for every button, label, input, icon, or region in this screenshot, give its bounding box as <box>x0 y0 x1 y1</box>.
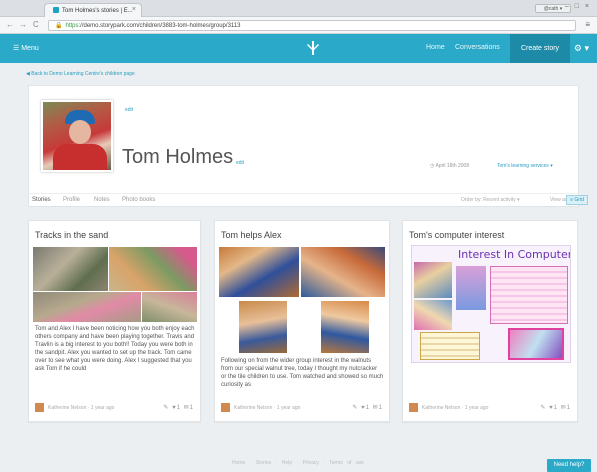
storypark-logo-icon[interactable] <box>305 39 321 55</box>
story-actions-icon[interactable]: ✎ ♥1 ✉1 <box>163 404 194 411</box>
story-card[interactable]: Tom's computer interest Interest In Comp… <box>402 220 578 422</box>
back-arrow-icon[interactable]: ← <box>6 20 14 29</box>
child-profile-panel: edit <box>28 85 579 207</box>
photo-edit-link[interactable]: edit <box>125 107 133 113</box>
child-avatar[interactable] <box>41 100 113 172</box>
favicon-icon <box>53 7 59 13</box>
forward-arrow-icon[interactable]: → <box>19 20 27 29</box>
story-photo <box>33 247 108 291</box>
author-avatar <box>221 403 230 412</box>
menu-button[interactable]: ☰ Menu <box>13 44 39 52</box>
story-photo <box>239 301 287 353</box>
app-navbar: ☰ Menu Home Conversations Create story ⚙… <box>0 34 597 63</box>
back-to-children-link[interactable]: ◀ Back to Demo Learning Centre's childre… <box>26 71 135 77</box>
need-help-button[interactable]: Need help? <box>547 459 591 472</box>
poster-heading: Interest In Computers <box>458 248 571 261</box>
reload-icon[interactable]: C <box>33 20 39 29</box>
lock-icon: 🔒 <box>55 23 63 29</box>
story-actions-icon[interactable]: ✎ ♥1 ✉1 <box>540 404 571 411</box>
nav-home-link[interactable]: Home <box>426 44 445 51</box>
window-controls[interactable]: – □ × <box>565 3 591 10</box>
url-text: ://demo.storypark.com/children/3883-tom-… <box>78 23 241 29</box>
story-footer: Katherine Nelson · 1 year ago ✎ ♥1 ✉1 <box>409 403 571 413</box>
tab-stories[interactable]: Stories <box>32 197 51 203</box>
browser-tab[interactable]: Tom Holmes's stories | E... × <box>44 3 142 17</box>
story-excerpt: Following on from the wider group intere… <box>221 358 384 388</box>
child-name-heading: Tom Holmes <box>122 146 234 168</box>
tab-close-icon[interactable]: × <box>132 6 136 13</box>
story-card[interactable]: Tracks in the sand Tom and Alex I have b… <box>28 220 201 422</box>
story-poster: Interest In Computers <box>411 245 571 363</box>
birthday-text: ◷ April 18th 2008 <box>430 163 470 169</box>
view-as-label: View as <box>550 197 568 203</box>
author-avatar <box>409 403 418 412</box>
profile-tabs: Stories Profile Notes Photo books Order … <box>28 193 588 207</box>
author-avatar <box>35 403 44 412</box>
settings-gear-icon[interactable]: ⚙ ▾ <box>574 43 589 54</box>
footer-links[interactable]: Home · Stories · Help · Privacy · Terms … <box>232 460 364 466</box>
tab-notes[interactable]: Notes <box>94 197 110 203</box>
sort-dropdown[interactable]: Order by: Recent activity ▾ <box>461 197 520 203</box>
story-footer: Katherine Nelson · 1 year ago ✎ ♥1 ✉1 <box>35 403 194 413</box>
story-actions-icon[interactable]: ✎ ♥1 ✉1 <box>352 404 383 411</box>
tab-photo-books[interactable]: Photo books <box>122 197 155 203</box>
story-author: Katherine Nelson · 1 year ago <box>422 405 489 411</box>
story-author: Katherine Nelson · 1 year ago <box>234 405 301 411</box>
story-title[interactable]: Tracks in the sand <box>35 230 108 240</box>
story-photo <box>321 301 369 353</box>
tab-title: Tom Holmes's stories | E... <box>62 8 133 14</box>
story-card[interactable]: Tom helps Alex Following on from the wid… <box>214 220 390 422</box>
tab-profile[interactable]: Profile <box>63 197 80 203</box>
story-excerpt: Tom and Alex I have been noticing how yo… <box>35 326 195 372</box>
story-photo <box>219 247 299 297</box>
grid-view-toggle[interactable]: ≡ Grid <box>566 195 588 205</box>
story-title[interactable]: Tom helps Alex <box>221 230 282 240</box>
browser-toolbar: ← → C 🔒 https://demo.storypark.com/childr… <box>0 17 597 34</box>
story-footer: Katherine Nelson · 1 year ago ✎ ♥1 ✉1 <box>221 403 383 413</box>
address-bar[interactable]: 🔒 https://demo.storypark.com/children/388… <box>48 20 576 31</box>
url-scheme: https <box>65 23 79 29</box>
browser-tab-bar: Tom Holmes's stories | E... × @cath ▾ – … <box>0 0 597 17</box>
name-edit-link[interactable]: edit <box>236 160 244 166</box>
nav-conversations-link[interactable]: Conversations <box>455 44 500 51</box>
story-photo <box>301 247 385 297</box>
browser-menu-icon[interactable]: ≡ <box>585 20 590 29</box>
story-photo <box>33 292 141 322</box>
story-photo <box>142 292 197 322</box>
story-title[interactable]: Tom's computer interest <box>409 230 504 240</box>
story-author: Katherine Nelson · 1 year ago <box>48 405 115 411</box>
learning-services-dropdown[interactable]: Tom's learning services ▾ <box>497 163 553 169</box>
create-story-button[interactable]: Create story <box>510 34 570 63</box>
story-photo <box>109 247 197 291</box>
